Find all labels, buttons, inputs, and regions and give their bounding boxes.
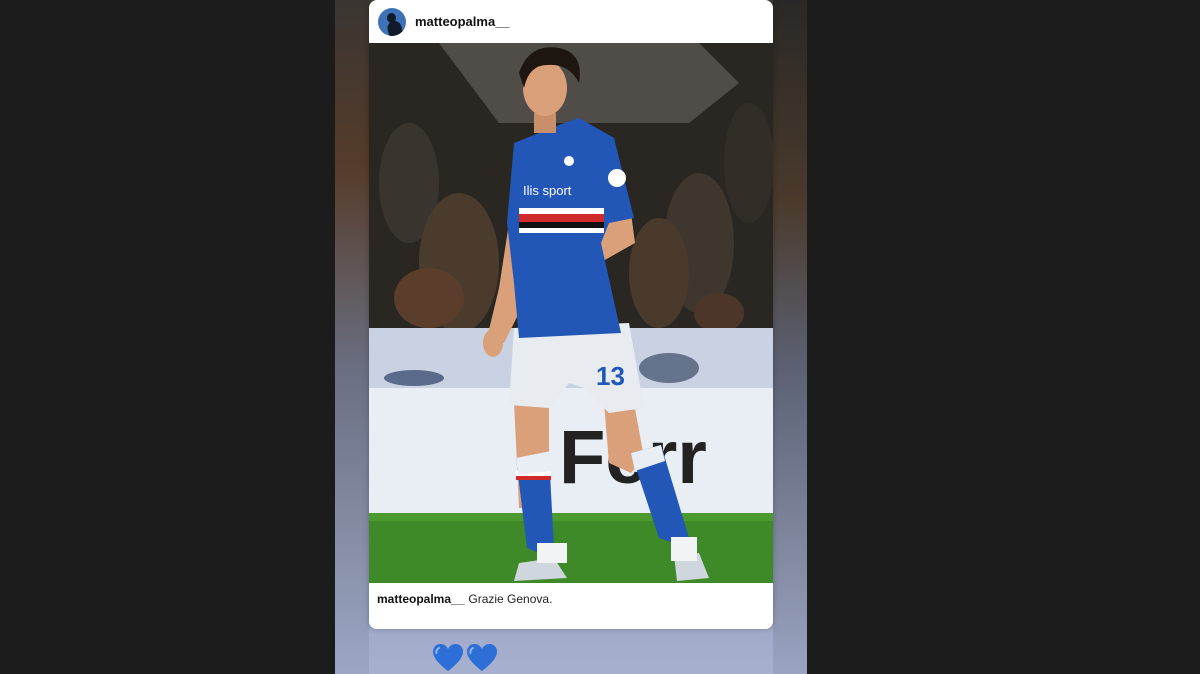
blue-heart-icon bbox=[433, 644, 463, 671]
post-photo[interactable]: Ferr 13 bbox=[369, 43, 773, 583]
post-caption: matteopalma__ Grazie Genova. bbox=[377, 592, 552, 606]
caption-username[interactable]: matteopalma__ bbox=[377, 592, 464, 606]
player-photo-illustration: Ferr 13 bbox=[369, 43, 773, 583]
post-username[interactable]: matteopalma__ bbox=[415, 14, 510, 29]
caption-area: matteopalma__ Grazie Genova. bbox=[369, 583, 773, 629]
caption-text: Grazie Genova. bbox=[468, 592, 553, 606]
shared-post-card[interactable]: matteopalma__ Ferr bbox=[369, 0, 773, 629]
svg-text:Ilis sport: Ilis sport bbox=[523, 183, 572, 198]
post-header: matteopalma__ bbox=[369, 0, 773, 43]
heart-stickers[interactable] bbox=[432, 643, 498, 673]
avatar[interactable] bbox=[378, 7, 406, 36]
blue-heart-icon bbox=[467, 644, 497, 671]
svg-text:13: 13 bbox=[596, 361, 625, 391]
story-blur-left bbox=[335, 0, 369, 674]
story-blur-right bbox=[773, 0, 807, 674]
